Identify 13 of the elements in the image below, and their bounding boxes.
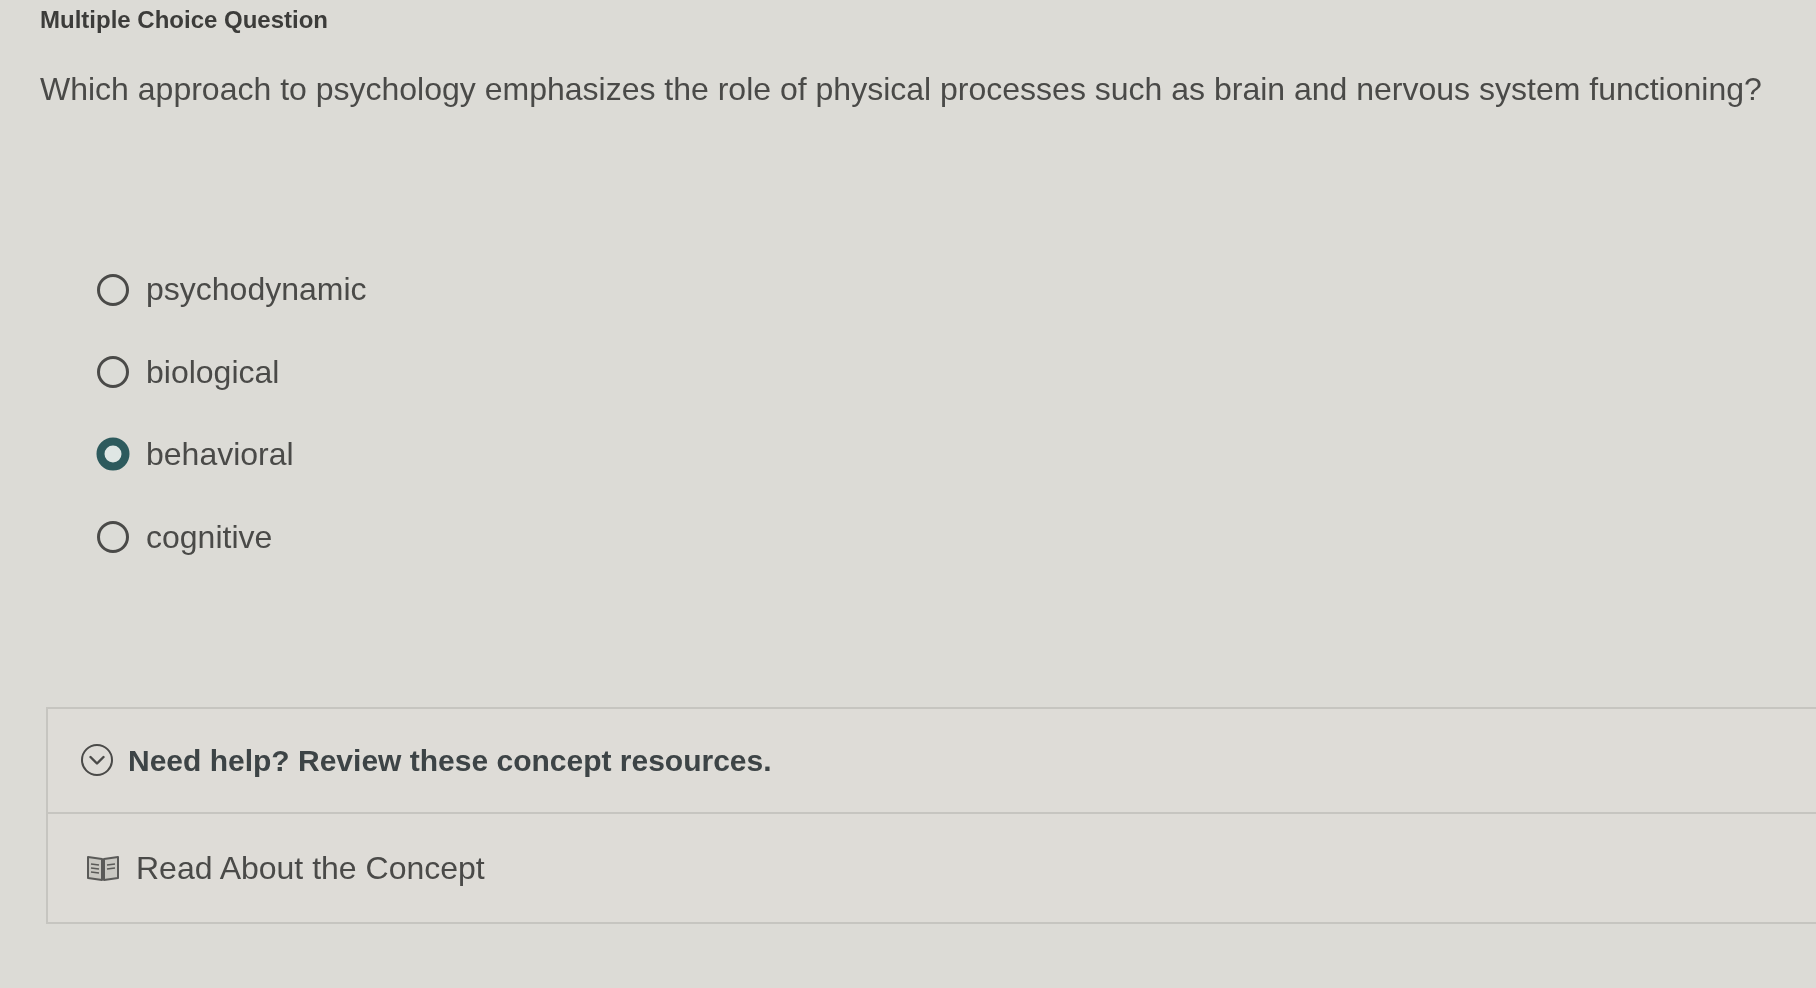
radio-button[interactable] (96, 272, 130, 307)
radio-button[interactable] (96, 437, 130, 472)
help-toggle[interactable]: Need help? Review these concept resources. (48, 708, 1816, 812)
radio-button[interactable] (96, 354, 130, 389)
option-label[interactable]: behavioral (146, 431, 294, 478)
option-label[interactable]: cognitive (146, 513, 273, 560)
question-type-title: Multiple Choice Question (40, 5, 329, 35)
option-label[interactable]: psychodynamic (146, 266, 367, 313)
question-text: Which approach to psychology emphasizes the role of physical processes such as brain and nervous system functioning? (40, 69, 1763, 109)
resource-link[interactable]: Read About the Concept (136, 843, 485, 892)
radio-button[interactable] (96, 519, 130, 554)
book-icon (86, 853, 120, 882)
option-label[interactable]: biological (146, 348, 280, 396)
